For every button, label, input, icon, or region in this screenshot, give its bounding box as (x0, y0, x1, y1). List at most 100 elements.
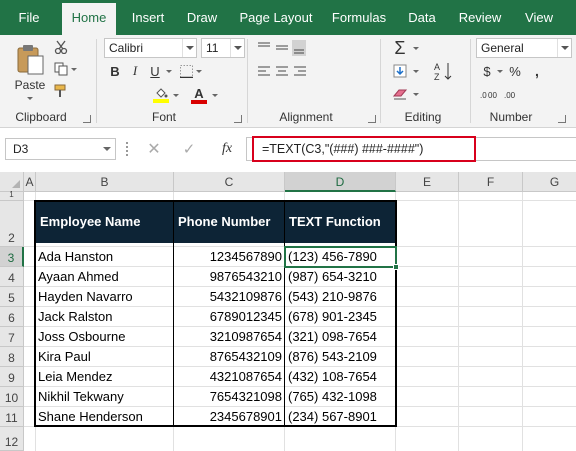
fill-button[interactable] (388, 61, 412, 81)
enter-formula-button[interactable]: ✓ (180, 140, 198, 158)
cell-c6[interactable]: 6789012345 (176, 307, 282, 327)
cell-c9[interactable]: 4321087654 (176, 367, 282, 387)
table-header-employee-name[interactable]: Employee Name (36, 201, 174, 243)
autosum-dropdown-icon[interactable] (413, 47, 419, 50)
column-header-g[interactable]: G (523, 172, 576, 192)
tab-draw[interactable]: Draw (180, 0, 224, 35)
cell-c5[interactable]: 5432109876 (176, 287, 282, 307)
cell-b9[interactable]: Leia Mendez (38, 367, 172, 387)
cell-b6[interactable]: Jack Ralston (38, 307, 172, 327)
borders-button[interactable] (177, 62, 195, 80)
font-color-button[interactable]: A (188, 85, 210, 105)
tab-insert[interactable]: Insert (124, 0, 172, 35)
insert-function-button[interactable]: fx (216, 140, 238, 158)
cell-d8[interactable]: (876) 543-2109 (288, 347, 394, 367)
alignment-launcher-icon[interactable] (368, 115, 376, 123)
cell-b10[interactable]: Nikhil Tekwany (38, 387, 172, 407)
row-header-7[interactable]: 7 (0, 327, 24, 347)
cell-b8[interactable]: Kira Paul (38, 347, 172, 367)
cell-c4[interactable]: 9876543210 (176, 267, 282, 287)
cell-c3[interactable]: 1234567890 (176, 247, 282, 267)
font-size-select[interactable]: 11 (201, 38, 245, 58)
fill-color-button[interactable] (150, 85, 172, 105)
borders-dropdown-icon[interactable] (196, 70, 202, 73)
row-header-2[interactable]: 2 (0, 201, 24, 247)
accounting-dropdown-icon[interactable] (497, 70, 503, 73)
cell-b11[interactable]: Shane Henderson (38, 407, 172, 427)
cancel-formula-button[interactable]: ✕ (145, 140, 163, 158)
cell-d6[interactable]: (678) 901-2345 (288, 307, 394, 327)
sort-find-buttons[interactable]: AZ (424, 38, 464, 104)
cell-b7[interactable]: Joss Osbourne (38, 327, 172, 347)
tab-review[interactable]: Review (452, 0, 508, 35)
comma-style-button[interactable]: , (529, 62, 545, 80)
row-header-3[interactable]: 3 (0, 247, 24, 267)
row-header-12[interactable]: 12 (0, 427, 24, 451)
column-header-d[interactable]: D (285, 172, 396, 192)
row-header-1[interactable]: 1 (0, 191, 24, 201)
horizontal-align-buttons[interactable] (256, 63, 306, 81)
paste-button[interactable]: Paste (10, 39, 50, 105)
number-format-select[interactable]: General (476, 38, 572, 58)
cell-d5[interactable]: (543) 210-9876 (288, 287, 394, 307)
column-header-a[interactable]: A (24, 172, 36, 192)
cell-b4[interactable]: Ayaan Ahmed (38, 267, 172, 287)
row-header-4[interactable]: 4 (0, 267, 24, 287)
formula-input[interactable]: =TEXT(C3,"(###) ###-####") (252, 136, 476, 162)
cell-c8[interactable]: 8765432109 (176, 347, 282, 367)
cell-c10[interactable]: 7654321098 (176, 387, 282, 407)
number-launcher-icon[interactable] (558, 115, 566, 123)
table-header-text-function[interactable]: TEXT Function (285, 201, 396, 243)
tab-data[interactable]: Data (400, 0, 444, 35)
cut-button[interactable] (52, 38, 70, 56)
percent-style-button[interactable]: % (507, 62, 523, 80)
row-header-5[interactable]: 5 (0, 287, 24, 307)
fill-dropdown-icon[interactable] (413, 70, 419, 73)
tab-page-layout[interactable]: Page Layout (234, 0, 318, 35)
row-header-9[interactable]: 9 (0, 367, 24, 387)
column-header-b[interactable]: B (36, 172, 174, 192)
font-launcher-icon[interactable] (234, 115, 242, 123)
autosum-button[interactable]: Σ (388, 38, 412, 58)
copy-button[interactable] (52, 60, 78, 78)
font-color-dropdown-icon[interactable] (212, 94, 218, 97)
clear-button[interactable] (388, 84, 412, 104)
cell-b3[interactable]: Ada Hanston (38, 247, 172, 267)
cell-d11[interactable]: (234) 567-8901 (288, 407, 394, 427)
column-header-c[interactable]: C (174, 172, 285, 192)
tab-home[interactable]: Home (62, 3, 116, 35)
column-header-e[interactable]: E (396, 172, 459, 192)
font-name-select[interactable]: Calibri (104, 38, 197, 58)
select-all-button[interactable] (0, 172, 24, 192)
name-box[interactable]: D3 (5, 138, 116, 160)
increase-decimal-button[interactable]: .0 00 (479, 85, 499, 103)
cell-d9[interactable]: (432) 108-7654 (288, 367, 394, 387)
row-header-10[interactable]: 10 (0, 387, 24, 407)
underline-dropdown-icon[interactable] (166, 70, 172, 73)
row-header-8[interactable]: 8 (0, 347, 24, 367)
tab-formulas[interactable]: Formulas (326, 0, 392, 35)
format-painter-button[interactable] (52, 82, 70, 100)
accounting-format-button[interactable]: $ (479, 62, 495, 80)
cell-c7[interactable]: 3210987654 (176, 327, 282, 347)
cell-b5[interactable]: Hayden Navarro (38, 287, 172, 307)
tab-file[interactable]: File (8, 0, 50, 35)
row-header-11[interactable]: 11 (0, 407, 24, 427)
column-header-f[interactable]: F (459, 172, 523, 192)
underline-button[interactable]: U (147, 62, 163, 80)
tab-view[interactable]: View (516, 0, 562, 35)
fill-color-dropdown-icon[interactable] (173, 94, 179, 97)
bold-button[interactable]: B (107, 62, 123, 80)
cell-d4[interactable]: (987) 654-3210 (288, 267, 394, 287)
cell-c11[interactable]: 2345678901 (176, 407, 282, 427)
table-header-phone-number[interactable]: Phone Number (174, 201, 285, 243)
cell-d3[interactable]: (123) 456-7890 (288, 247, 394, 267)
cell-d10[interactable]: (765) 432-1098 (288, 387, 394, 407)
italic-button[interactable]: I (127, 62, 143, 80)
clear-dropdown-icon[interactable] (413, 93, 419, 96)
row-header-6[interactable]: 6 (0, 307, 24, 327)
decrease-decimal-button[interactable]: .00 (503, 85, 523, 103)
clipboard-launcher-icon[interactable] (83, 115, 91, 123)
cell-d7[interactable]: (321) 098-7654 (288, 327, 394, 347)
fill-handle[interactable] (393, 264, 399, 270)
